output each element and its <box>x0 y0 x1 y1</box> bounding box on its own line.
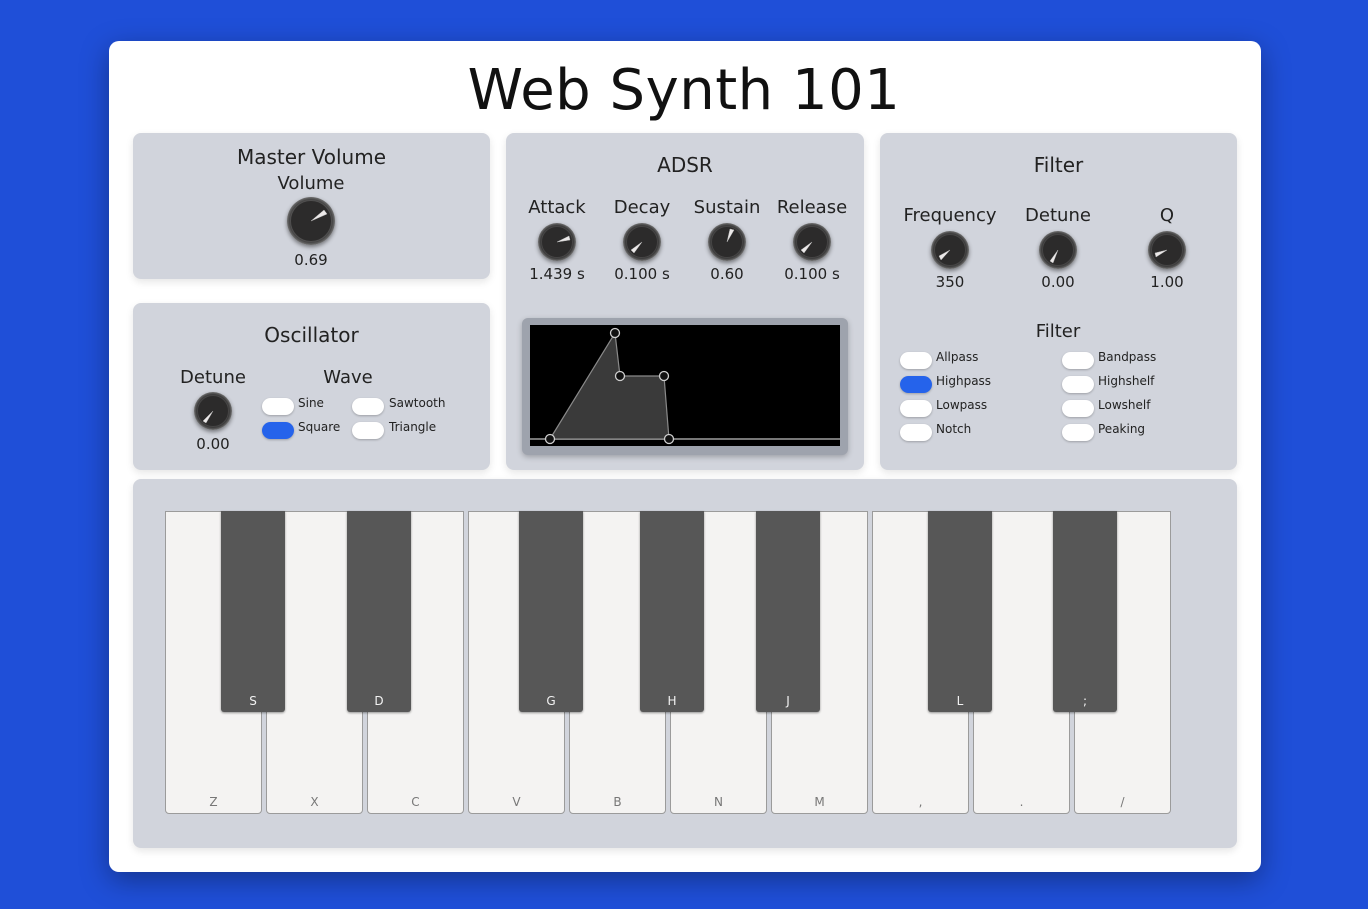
oscillator-panel: Oscillator Detune 0.00 Wave Sine Sawtoot… <box>133 303 490 470</box>
wave-sawtooth-label: Sawtooth <box>389 396 446 410</box>
filter-q-knob[interactable] <box>1148 231 1186 269</box>
key-label: , <box>918 795 923 809</box>
black-key-j[interactable]: J <box>756 511 820 712</box>
filter-allpass-label: Allpass <box>936 350 979 364</box>
wave-square-toggle[interactable] <box>262 422 294 439</box>
black-key-s[interactable]: S <box>221 511 285 712</box>
envelope-graph <box>530 327 840 445</box>
envelope-release-handle[interactable] <box>663 433 675 445</box>
filter-peaking-toggle[interactable] <box>1062 424 1094 441</box>
attack-value: 1.439 s <box>529 265 585 283</box>
filter-highpass-toggle[interactable] <box>900 376 932 393</box>
wave-sine-label: Sine <box>298 396 324 410</box>
volume-value: 0.69 <box>294 251 328 269</box>
sustain-knob[interactable] <box>708 223 746 261</box>
filter-frequency-knob[interactable] <box>931 231 969 269</box>
filter-panel: Filter Frequency 350 Detune 0.00 Q 1.00 … <box>880 133 1237 470</box>
black-key-l[interactable]: L <box>928 511 992 712</box>
envelope-shape <box>548 331 670 440</box>
release-label: Release <box>776 197 848 218</box>
key-label: J <box>786 694 790 708</box>
filter-detune-knob[interactable] <box>1039 231 1077 269</box>
osc-detune-knob[interactable] <box>194 392 232 430</box>
key-label: Z <box>209 795 218 809</box>
filter-frequency-label: Frequency <box>903 205 997 226</box>
key-label: L <box>956 694 964 708</box>
master-volume-panel: Master Volume Volume 0.69 <box>133 133 490 279</box>
decay-value: 0.100 s <box>614 265 670 283</box>
envelope-attack-handle[interactable] <box>609 327 621 339</box>
oscillator-title: Oscillator <box>264 323 359 347</box>
filter-type-title: Filter <box>1035 321 1081 342</box>
filter-lowshelf-label: Lowshelf <box>1098 398 1151 412</box>
osc-detune-label: Detune <box>180 367 246 388</box>
filter-lowpass-toggle[interactable] <box>900 400 932 417</box>
key-label: ; <box>1082 694 1088 708</box>
key-label: V <box>512 795 521 809</box>
filter-lowshelf-toggle[interactable] <box>1062 400 1094 417</box>
volume-label: Volume <box>277 173 345 194</box>
envelope-start-handle[interactable] <box>544 433 556 445</box>
key-label: M <box>814 795 825 809</box>
attack-label: Attack <box>528 197 586 218</box>
filter-allpass-toggle[interactable] <box>900 352 932 369</box>
envelope-sustain-handle[interactable] <box>658 370 670 382</box>
key-label: S <box>249 694 257 708</box>
key-label: X <box>310 795 319 809</box>
filter-notch-toggle[interactable] <box>900 424 932 441</box>
envelope-screen <box>530 325 840 446</box>
filter-detune-label: Detune <box>1025 205 1091 226</box>
wave-sine-toggle[interactable] <box>262 398 294 415</box>
black-key-g[interactable]: G <box>519 511 583 712</box>
filter-bandpass-toggle[interactable] <box>1062 352 1094 369</box>
black-key-d[interactable]: D <box>347 511 411 712</box>
key-label: . <box>1019 795 1024 809</box>
key-label: C <box>411 795 420 809</box>
sustain-value: 0.60 <box>710 265 744 283</box>
filter-bandpass-label: Bandpass <box>1098 350 1157 364</box>
filter-peaking-label: Peaking <box>1098 422 1146 436</box>
master-volume-title: Master Volume <box>236 145 387 169</box>
piano-keyboard: Z X C V B N M , . / S D G H J L ; <box>165 511 1173 816</box>
decay-knob[interactable] <box>623 223 661 261</box>
filter-detune-value: 0.00 <box>1041 273 1075 291</box>
filter-lowpass-label: Lowpass <box>936 398 988 412</box>
release-value: 0.100 s <box>784 265 840 283</box>
filter-notch-label: Notch <box>936 422 972 436</box>
filter-q-value: 1.00 <box>1150 273 1184 291</box>
wave-label: Wave <box>323 367 373 388</box>
filter-q-label: Q <box>1159 205 1175 226</box>
black-key-semicolon[interactable]: ; <box>1053 511 1117 712</box>
app-title: Web Synth 101 <box>467 58 901 123</box>
filter-highshelf-label: Highshelf <box>1098 374 1155 388</box>
key-label: B <box>613 795 622 809</box>
wave-sawtooth-toggle[interactable] <box>352 398 384 415</box>
wave-square-label: Square <box>298 420 341 434</box>
osc-detune-value: 0.00 <box>196 435 230 453</box>
envelope-display <box>522 318 848 455</box>
key-label: N <box>714 795 723 809</box>
sustain-label: Sustain <box>693 197 761 218</box>
decay-label: Decay <box>613 197 671 218</box>
attack-knob[interactable] <box>538 223 576 261</box>
key-label: / <box>1120 795 1125 809</box>
adsr-title: ADSR <box>657 153 713 177</box>
wave-triangle-toggle[interactable] <box>352 422 384 439</box>
filter-title: Filter <box>1033 153 1084 177</box>
wave-triangle-label: Triangle <box>389 420 437 434</box>
volume-knob[interactable] <box>287 197 335 245</box>
envelope-decay-handle[interactable] <box>614 370 626 382</box>
release-knob[interactable] <box>793 223 831 261</box>
filter-frequency-value: 350 <box>935 273 965 291</box>
key-label: H <box>667 694 677 708</box>
key-label: G <box>546 694 556 708</box>
filter-highpass-label: Highpass <box>936 374 992 388</box>
filter-highshelf-toggle[interactable] <box>1062 376 1094 393</box>
key-label: D <box>374 694 384 708</box>
black-key-h[interactable]: H <box>640 511 704 712</box>
